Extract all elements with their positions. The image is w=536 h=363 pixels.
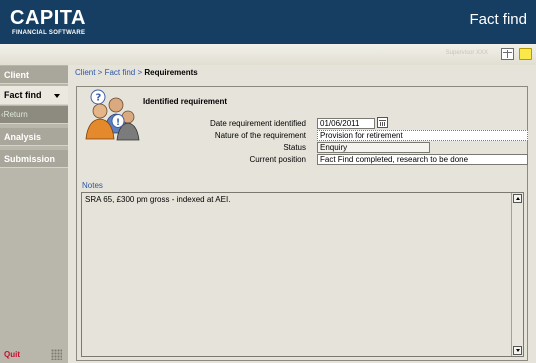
date-label: Date requirement identified: [209, 119, 306, 128]
status-label: Status: [283, 143, 306, 152]
calendar-icon[interactable]: [377, 117, 388, 128]
notes-text: SRA 65, £300 pm gross - indexed at AEI.: [85, 195, 231, 204]
scroll-up-icon[interactable]: [513, 194, 522, 203]
sidebar: Client Fact find ‹Return Analysis Submis…: [0, 65, 68, 363]
toolbar: Supervisor XXX: [0, 44, 536, 66]
requirement-panel: ? ! Identified requirement Date requirem…: [76, 86, 528, 361]
svg-text:?: ?: [96, 93, 102, 104]
sidebar-item-return[interactable]: ‹Return: [0, 106, 68, 124]
panel-title: Identified requirement: [143, 97, 228, 106]
breadcrumb-current: Requirements: [144, 68, 198, 77]
sidebar-item-client[interactable]: Client: [0, 66, 68, 84]
nature-field[interactable]: Provision for retirement: [317, 130, 528, 141]
quit-link[interactable]: Quit: [4, 350, 20, 359]
sidebar-item-analysis[interactable]: Analysis: [0, 128, 68, 146]
user-label: Supervisor XXX: [445, 50, 488, 56]
breadcrumb-client-link[interactable]: Client: [75, 68, 95, 77]
people-question-icon: ? !: [85, 89, 140, 141]
notes-scrollbar[interactable]: [511, 193, 523, 356]
main-content: Client > Fact find > Requirements ? ! Id…: [68, 65, 536, 363]
brand-subtitle: FINANCIAL SOFTWARE: [12, 30, 86, 36]
position-label: Current position: [249, 155, 306, 164]
brand-logo: CAPITA: [10, 7, 86, 29]
sidebar-item-label: Fact find: [4, 90, 42, 100]
page-title: Fact find: [469, 11, 527, 28]
app-header: CAPITA FINANCIAL SOFTWARE Fact find: [0, 0, 536, 44]
date-field[interactable]: 01/06/2011: [317, 118, 375, 129]
sidebar-item-submission[interactable]: Submission: [0, 150, 68, 168]
position-field[interactable]: Fact Find completed, research to be done: [317, 154, 528, 165]
resize-grip-icon[interactable]: [51, 349, 62, 360]
nature-label: Nature of the requirement: [214, 131, 306, 140]
sticky-note-icon[interactable]: [519, 48, 532, 60]
scroll-down-icon[interactable]: [513, 346, 522, 355]
sidebar-item-label: Return: [3, 110, 28, 119]
sidebar-item-fact-find[interactable]: Fact find: [0, 86, 68, 105]
status-field[interactable]: Enquiry: [317, 142, 430, 153]
chevron-down-icon: [54, 94, 60, 98]
breadcrumb-separator: >: [95, 68, 105, 77]
notes-textarea[interactable]: SRA 65, £300 pm gross - indexed at AEI.: [81, 192, 524, 357]
breadcrumb-fact-find-link[interactable]: Fact find: [105, 68, 136, 77]
breadcrumb: Client > Fact find > Requirements: [75, 68, 198, 77]
svg-text:!: !: [116, 118, 120, 128]
grid-icon[interactable]: [501, 48, 514, 60]
notes-label: Notes: [82, 181, 103, 190]
